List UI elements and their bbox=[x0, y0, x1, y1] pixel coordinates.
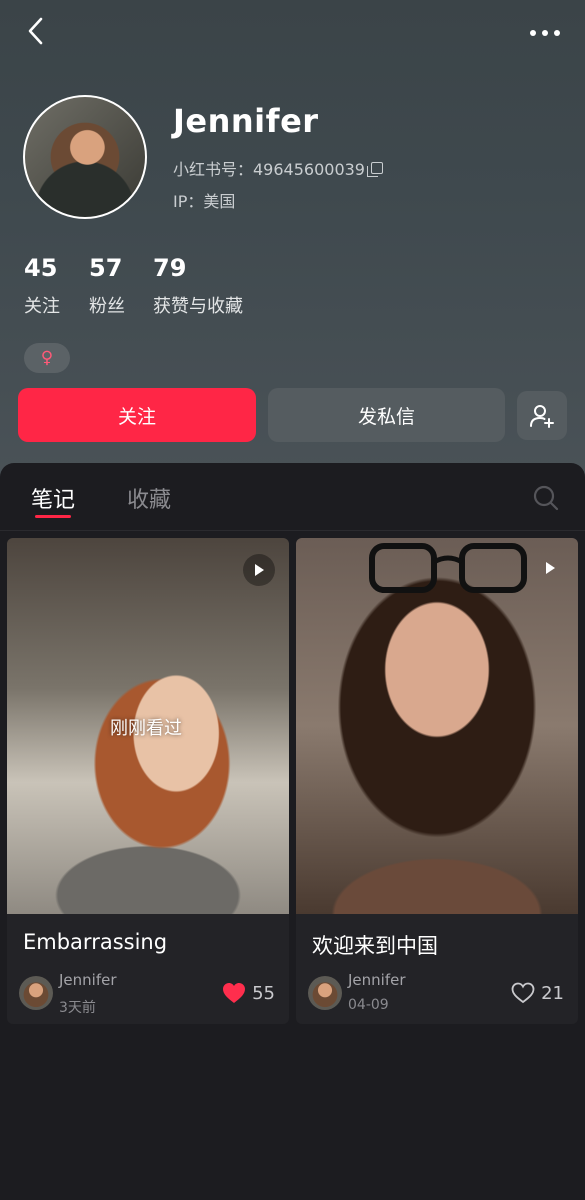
heart-icon bbox=[223, 983, 246, 1003]
note-cover-image[interactable] bbox=[296, 538, 578, 914]
more-options-button[interactable] bbox=[522, 18, 568, 48]
note-title: 欢迎来到中国 bbox=[312, 934, 438, 958]
profile-id: 小红书号：49645600039 bbox=[173, 156, 383, 180]
note-date: 3天前 bbox=[59, 1000, 96, 1016]
stat-following-label: 关注 bbox=[24, 296, 60, 317]
add-user-icon bbox=[530, 404, 554, 428]
recently-viewed-label: 刚刚看过 bbox=[110, 718, 182, 739]
note-card[interactable]: 欢迎来到中国 Jennifer 04-09 21 bbox=[296, 538, 578, 1024]
follow-button[interactable]: 关注 bbox=[18, 388, 256, 442]
like-button[interactable]: 21 bbox=[511, 982, 564, 1004]
note-date: 04-09 bbox=[348, 997, 389, 1013]
stat-likes-saves-label: 获赞与收藏 bbox=[153, 296, 243, 317]
back-button[interactable] bbox=[18, 14, 52, 48]
profile-avatar[interactable] bbox=[23, 95, 147, 219]
author-name[interactable]: Jennifer bbox=[348, 971, 406, 989]
author-avatar[interactable] bbox=[308, 976, 342, 1010]
back-icon bbox=[28, 17, 43, 45]
like-count: 55 bbox=[252, 982, 275, 1004]
stat-followers-label: 粉丝 bbox=[89, 296, 125, 317]
note-card[interactable]: 刚刚看过 Embarrassing Jennifer 3天前 55 bbox=[7, 538, 289, 1024]
tab-active-indicator bbox=[35, 515, 71, 518]
stat-likes-saves[interactable]: 79 获赞与收藏 bbox=[153, 254, 243, 318]
play-icon bbox=[255, 564, 264, 576]
copy-icon[interactable] bbox=[366, 162, 383, 177]
tabs-divider bbox=[0, 530, 585, 531]
stat-followers-count: 57 bbox=[89, 254, 123, 282]
author-avatar[interactable] bbox=[19, 976, 53, 1010]
stat-followers[interactable]: 57 粉丝 bbox=[89, 254, 125, 318]
search-icon bbox=[533, 485, 559, 511]
profile-ip: IP：美国 bbox=[173, 192, 236, 211]
tab-notes[interactable]: 笔记 bbox=[31, 482, 75, 514]
video-indicator bbox=[534, 552, 566, 584]
more-icon bbox=[530, 30, 536, 36]
heart-icon bbox=[511, 982, 535, 1004]
message-button[interactable]: 发私信 bbox=[268, 388, 505, 442]
female-icon: ♀ bbox=[40, 348, 54, 368]
search-button[interactable] bbox=[532, 484, 560, 512]
note-title: Embarrassing bbox=[23, 930, 168, 954]
author-name[interactable]: Jennifer bbox=[59, 971, 117, 989]
stat-likes-saves-count: 79 bbox=[153, 254, 187, 282]
stat-following[interactable]: 45 关注 bbox=[24, 254, 60, 318]
video-indicator bbox=[243, 554, 275, 586]
stat-following-count: 45 bbox=[24, 254, 58, 282]
gender-badge: ♀ bbox=[24, 343, 70, 373]
play-icon bbox=[546, 562, 555, 574]
tab-favorites[interactable]: 收藏 bbox=[127, 482, 171, 514]
profile-id-text: 小红书号：49645600039 bbox=[173, 160, 365, 179]
profile-name: Jennifer bbox=[173, 102, 319, 140]
glasses-shape bbox=[369, 543, 527, 593]
like-count: 21 bbox=[541, 982, 564, 1004]
like-button[interactable]: 55 bbox=[222, 982, 275, 1004]
add-friend-button[interactable] bbox=[517, 391, 567, 440]
